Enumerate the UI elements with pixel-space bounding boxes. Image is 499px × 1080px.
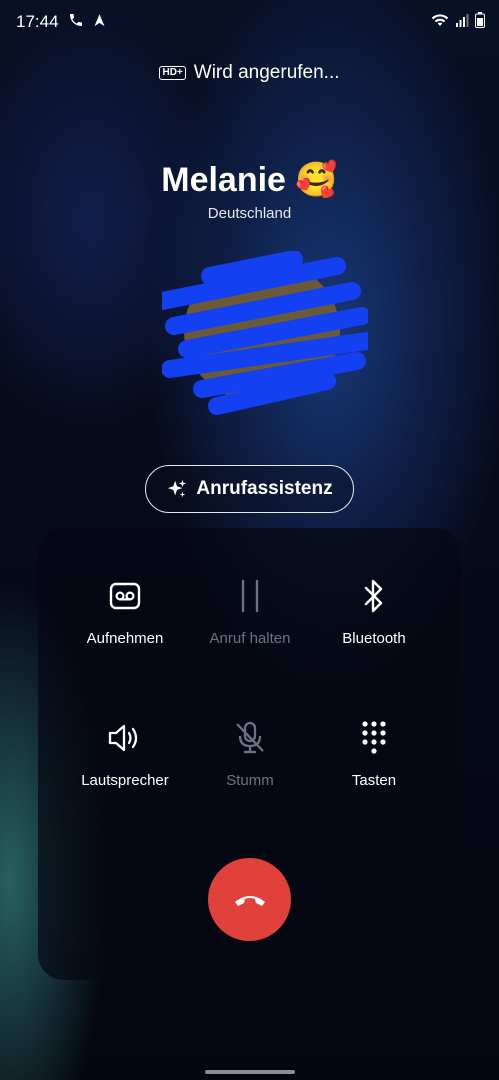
navigation-icon [94, 13, 105, 26]
call-assistant-button[interactable]: Anrufassistenz [145, 465, 354, 513]
wifi-icon [431, 14, 449, 26]
speaker-icon [107, 718, 143, 758]
contact-country: Deutschland [207, 205, 292, 222]
call-status-text: Wird angerufen... [193, 62, 340, 83]
call-assistant-label: Anrufassistenz [196, 478, 333, 499]
bluetooth-icon [362, 576, 386, 616]
mute-button[interactable]: Stumm [180, 706, 320, 806]
hd-badge: HD+ [159, 66, 186, 80]
speaker-label: Lautsprecher [81, 772, 169, 789]
avatar [162, 251, 368, 415]
contact-name: Melanie 🥰 [161, 161, 338, 199]
bluetooth-label: Bluetooth [342, 630, 406, 647]
voicemail-icon [109, 576, 141, 616]
sparkles-icon [168, 479, 187, 498]
hold-call-label: Anruf halten [209, 630, 291, 647]
mute-label: Stumm [226, 772, 274, 789]
bluetooth-button[interactable]: Bluetooth [304, 564, 444, 664]
phone-icon [70, 14, 82, 26]
speaker-button[interactable]: Lautsprecher [55, 706, 195, 806]
status-icons-left [68, 12, 107, 28]
mic-off-icon [234, 718, 266, 758]
hold-call-button[interactable]: Anruf halten [180, 564, 320, 664]
signal-icon [456, 14, 469, 27]
pause-icon [237, 576, 263, 616]
keypad-button[interactable]: Tasten [304, 706, 444, 806]
record-button[interactable]: Aufnehmen [55, 564, 195, 664]
end-call-icon [234, 895, 265, 906]
keypad-icon [361, 718, 387, 758]
status-icons-right [431, 12, 485, 28]
keypad-label: Tasten [351, 772, 397, 789]
home-indicator[interactable] [205, 1070, 295, 1074]
battery-icon [475, 12, 485, 28]
status-time: 17:44 [16, 12, 59, 31]
record-label: Aufnehmen [86, 630, 164, 647]
end-call-button[interactable] [208, 858, 291, 941]
call-status: HD+ Wird angerufen... [0, 62, 499, 84]
status-bar: 17:44 [0, 0, 499, 44]
